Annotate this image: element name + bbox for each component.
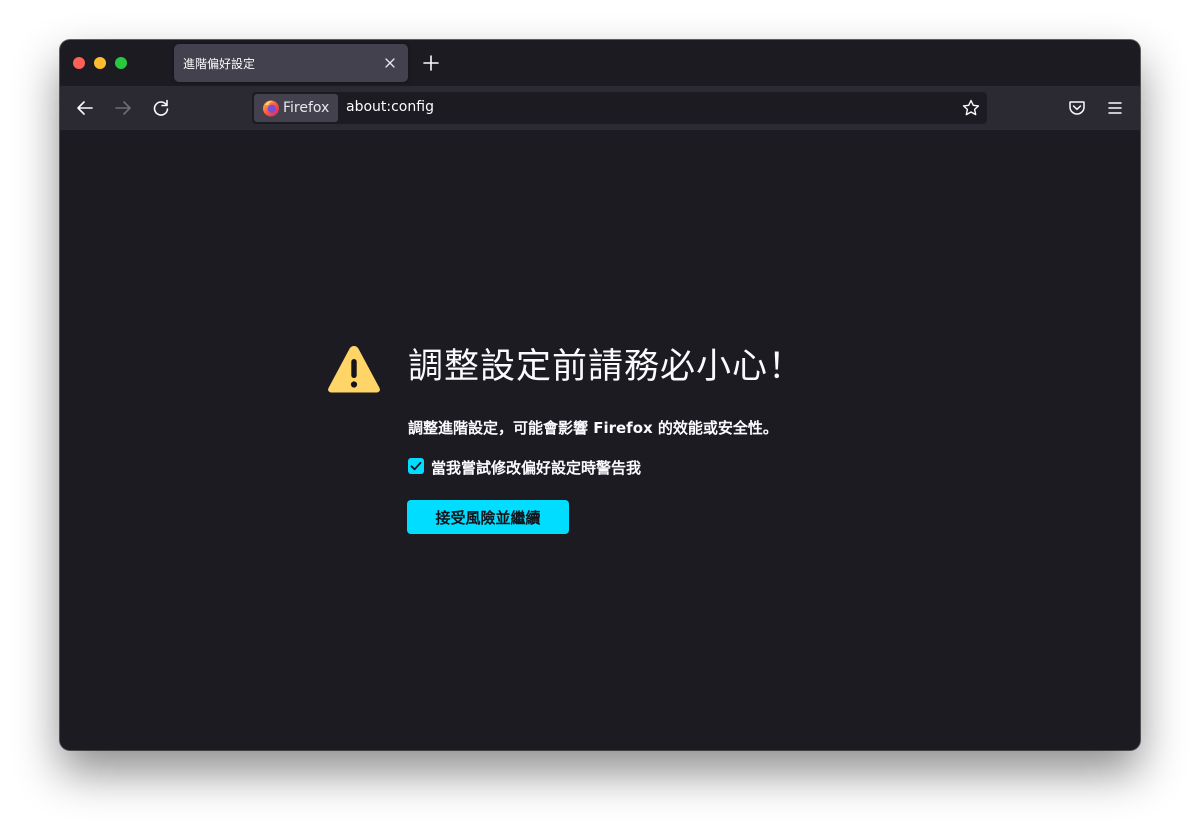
star-icon[interactable] (961, 98, 981, 118)
tab-advanced-preferences[interactable]: 進階偏好設定 (174, 44, 408, 82)
warning-description: 調整進階設定，可能會影響 Firefox 的效能或安全性。 (408, 419, 778, 437)
window-maximize-button[interactable] (115, 57, 127, 69)
tab-title: 進階偏好設定 (183, 57, 256, 71)
identity-box[interactable]: Firefox (254, 94, 338, 122)
reload-icon[interactable] (150, 97, 172, 119)
window-minimize-button[interactable] (94, 57, 106, 69)
accept-risk-button[interactable]: 接受風險並繼續 (407, 500, 569, 534)
navigation-toolbar: Firefox about:config (60, 86, 1140, 130)
page-content: 調整設定前請務必小心！ 調整進階設定，可能會影響 Firefox 的效能或安全性… (60, 130, 1140, 750)
identity-label: Firefox (283, 100, 330, 116)
url-bar[interactable]: Firefox about:config (252, 92, 987, 124)
arrow-right-icon[interactable] (112, 97, 134, 119)
browser-window: 進階偏好設定 Firefox about:config 調整設定前請務必小心！ … (60, 40, 1140, 750)
arrow-left-icon[interactable] (74, 97, 96, 119)
checkmark-icon (410, 461, 422, 471)
page-title: 調整設定前請務必小心！ (408, 347, 805, 387)
window-close-button[interactable] (73, 57, 85, 69)
warn-checkbox[interactable] (408, 458, 424, 474)
warning-triangle-icon (328, 346, 380, 393)
warn-checkbox-label[interactable]: 當我嘗試修改偏好設定時警告我 (431, 457, 641, 478)
url-text[interactable]: about:config (346, 99, 434, 115)
plus-icon[interactable] (421, 53, 441, 73)
firefox-logo-icon (263, 100, 279, 117)
close-icon[interactable] (380, 53, 400, 73)
hamburger-menu-icon[interactable] (1104, 97, 1126, 119)
pocket-icon[interactable] (1066, 97, 1088, 119)
tab-bar: 進階偏好設定 (60, 40, 1140, 86)
